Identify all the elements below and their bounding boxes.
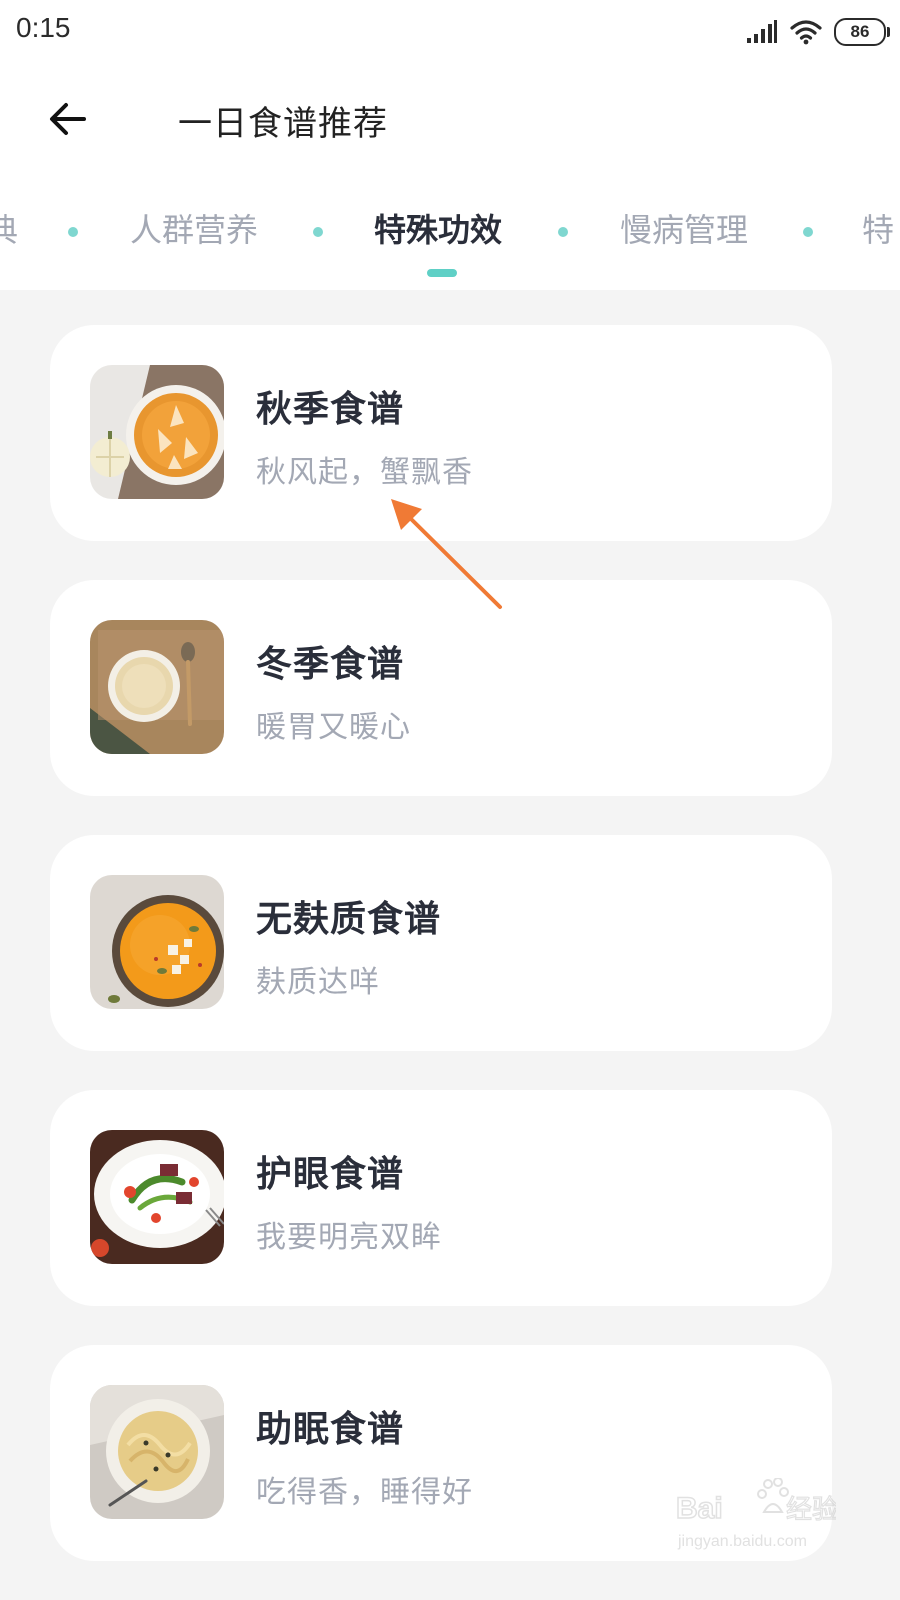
card-title: 护眼食谱 — [256, 1154, 405, 1195]
card-title: 冬季食谱 — [256, 644, 405, 685]
pumpkin-soup-image — [90, 875, 224, 1009]
recipe-card-autumn[interactable]: 秋季食谱 秋风起，蟹飘香 — [50, 325, 832, 541]
baidu-watermark-logo: Bai 经验 jingyan.baidu.com — [676, 1478, 836, 1550]
tab-crowd-nutrition[interactable]: 人群营养 — [130, 205, 258, 251]
card-title: 助眠食谱 — [256, 1409, 405, 1450]
tab-separator-dot — [68, 227, 78, 237]
tab-special-effects[interactable]: 特殊功效 — [374, 205, 502, 251]
svg-text:jingyan.baidu.com: jingyan.baidu.com — [677, 1533, 807, 1550]
tab-chronic-disease[interactable]: 慢病管理 — [620, 205, 748, 251]
arrow-left-icon — [50, 103, 86, 135]
battery-icon: 86 — [834, 18, 890, 46]
salad-plate-image — [90, 1130, 224, 1264]
pumpkin-pie-image — [90, 365, 224, 499]
card-title: 无麸质食谱 — [256, 899, 442, 940]
active-tab-indicator — [427, 269, 457, 277]
tab-separator-dot — [558, 227, 568, 237]
recipe-card-gluten-free[interactable]: 无麸质食谱 麸质达咩 — [50, 835, 832, 1051]
card-subtitle: 吃得香，睡得好 — [256, 1475, 473, 1510]
page-title: 一日食谱推荐 — [178, 104, 388, 144]
back-button[interactable] — [44, 95, 92, 143]
card-subtitle: 秋风起，蟹飘香 — [256, 455, 473, 490]
status-icons: 86 — [746, 14, 890, 50]
recipe-card-eye-care[interactable]: 护眼食谱 我要明亮双眸 — [50, 1090, 832, 1306]
card-subtitle: 我要明亮双眸 — [256, 1220, 442, 1255]
porridge-bowl-image — [90, 620, 224, 754]
battery-level: 86 — [850, 22, 870, 41]
card-subtitle: 暖胃又暖心 — [256, 710, 411, 745]
pasta-plate-image — [90, 1385, 224, 1519]
wifi-icon — [790, 20, 822, 45]
svg-text:经验: 经验 — [786, 1495, 836, 1525]
category-tabs: 典 人群营养 特殊功效 慢病管理 特 — [0, 205, 900, 285]
recipe-card-winter[interactable]: 冬季食谱 暖胃又暖心 — [50, 580, 832, 796]
svg-text:Bai: Bai — [676, 1492, 723, 1525]
tab-separator-dot — [313, 227, 323, 237]
signal-icon — [747, 20, 777, 43]
card-subtitle: 麸质达咩 — [256, 965, 380, 1000]
card-title: 秋季食谱 — [256, 389, 405, 430]
tab-partial-right[interactable]: 特 — [862, 205, 894, 251]
status-time: 0:15 — [16, 12, 71, 43]
tab-separator-dot — [803, 227, 813, 237]
tab-partial-left[interactable]: 典 — [0, 205, 18, 251]
